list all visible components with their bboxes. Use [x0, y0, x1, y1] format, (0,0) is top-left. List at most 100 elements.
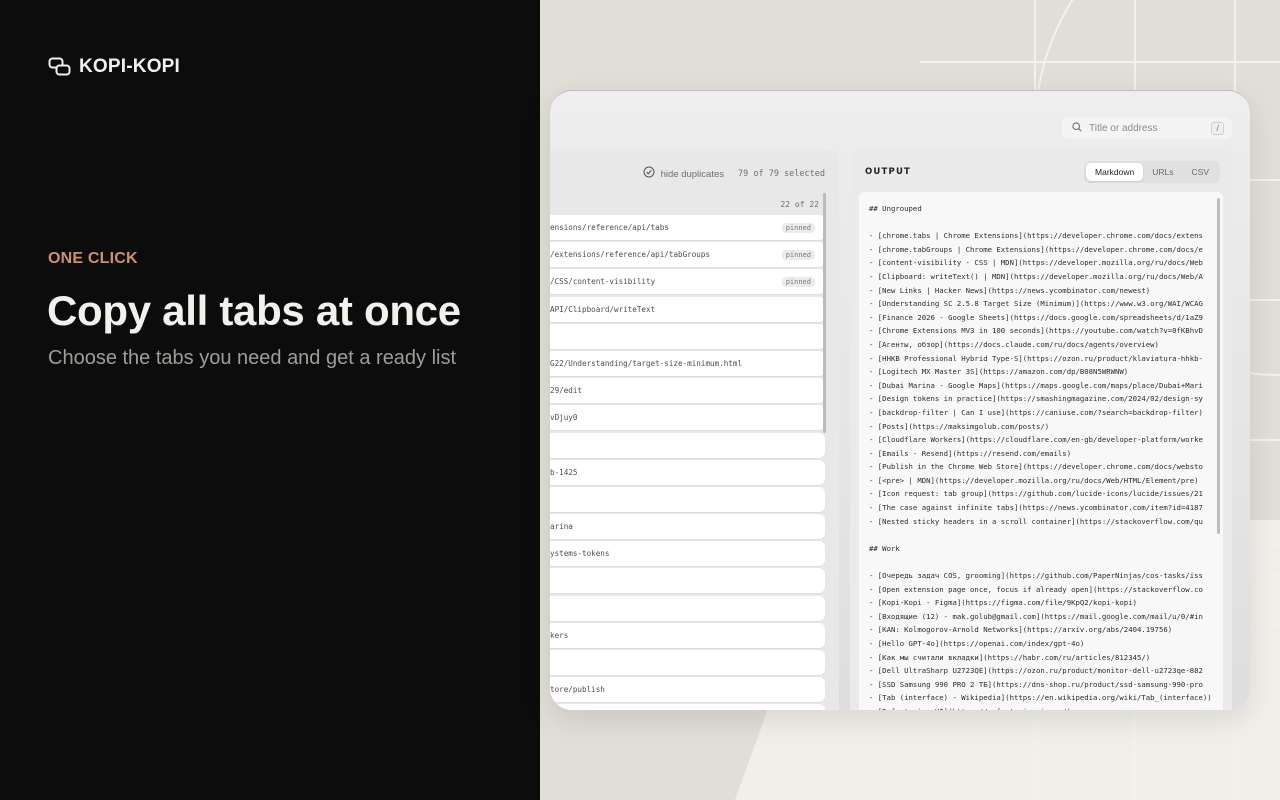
tabs-scrollbar[interactable] [823, 193, 826, 433]
tab-row[interactable]: kers [550, 622, 825, 648]
output-title: OUTPUT [865, 167, 912, 177]
output-line: - [Refactoring UI](https://refactoringui… [869, 705, 1213, 710]
tab-row[interactable]: G22/Understanding/target-size-minimum.ht… [550, 350, 825, 376]
tab-row[interactable]: /CSS/content-visibility pinned [550, 269, 825, 295]
output-line: - [Design tokens in practice](https://sm… [869, 394, 1203, 404]
hero-kicker: ONE CLICK [48, 250, 138, 267]
output-panel: OUTPUT Markdown URLs CSV ## Ungrouped - [ch… [850, 149, 1232, 710]
tab-row[interactable]: /extensions/reference/api/tabGroups pinne… [550, 242, 825, 268]
output-scrollbar[interactable] [1217, 198, 1220, 534]
output-line: - [Icon request: tab group](https://gith… [869, 489, 1203, 499]
output-line: - [Nested sticky headers in a scroll con… [869, 516, 1203, 526]
output-line: - [The case against infinite tabs](https… [869, 503, 1203, 513]
tab-url: b-1425 [550, 467, 578, 477]
output-line: - [Understanding SC 2.5.8 Target Size (M… [869, 299, 1203, 309]
tab-row[interactable]: tore/publish [550, 677, 825, 703]
search-shortcut: / [1211, 122, 1224, 135]
tab-row[interactable]: 29/edit [550, 378, 825, 404]
hide-duplicates-toggle[interactable]: hide duplicates [661, 169, 724, 180]
output-line: - [Open extension page once, focus if al… [869, 584, 1203, 594]
output-line: - [Cloudflare Workers](https://cloudflar… [869, 435, 1203, 445]
pinned-badge: pinned [781, 222, 815, 233]
output-text[interactable]: ## Ungrouped - [chrome.tabs | Chrome Exte… [859, 192, 1223, 710]
tab-row[interactable] [550, 486, 825, 512]
tab-list: ensions/reference/api/tabs pinned/extensi… [550, 215, 825, 710]
output-line: - [Kopi-Kopi - Figma](https://figma.com/… [869, 598, 1137, 608]
output-line: - [Logitech MX Master 3S](https://amazon… [869, 367, 1129, 377]
output-line: - [Posts](https://maksimgolub.com/posts/… [869, 421, 1050, 431]
tab-url: ensions/reference/api/tabs [550, 223, 669, 232]
tab-row[interactable] [550, 432, 825, 458]
output-line: - [Агенты, обзор](https://docs.claude.co… [869, 339, 1159, 349]
output-line: - [KAN: Kolmogorov-Arnold Networks](http… [869, 625, 1173, 635]
tab-row[interactable]: ystems-tokens [550, 541, 825, 567]
brand: KOPI-KOPI [48, 56, 180, 78]
output-line: - [Dubai Marina - Google Maps](https://m… [869, 380, 1203, 390]
tab-row[interactable] [550, 595, 825, 621]
tab-url: API/Clipboard/writeText [550, 304, 656, 314]
pinned-badge: pinned [781, 249, 815, 260]
output-line: - [HHKB Professional Hybrid Type-S](http… [869, 353, 1203, 363]
output-line: - [New Links | Hacker News](https://news… [869, 285, 1151, 295]
output-line: - [Как мы считали вкладки](https://habr.… [869, 652, 1151, 662]
output-line: - [<pre> | MDN](https://developer.mozill… [869, 475, 1199, 485]
output-line: - [Очередь задач COS, grooming](https://… [869, 571, 1203, 581]
output-line: - [backdrop-filter | Can I use](https://… [869, 407, 1203, 417]
tab-row[interactable] [550, 704, 825, 710]
format-tab-markdown[interactable]: Markdown [1086, 163, 1144, 181]
output-line: - [chrome.tabGroups | Chrome Extensions]… [869, 244, 1203, 254]
tab-row[interactable] [550, 650, 825, 675]
tab-row[interactable]: b-1425 [550, 459, 825, 485]
tab-url: kers [550, 630, 569, 640]
output-line: - [SSD Samsung 990 PRO 2 ТБ](https://dns… [869, 679, 1203, 689]
tab-row[interactable] [550, 568, 825, 594]
output-heading: ## Ungrouped [869, 204, 922, 213]
output-line: - [Dell UltraSharp U2723QE](https://ozon… [869, 666, 1203, 676]
output-line: - [Emails - Resend](https://resend.com/e… [869, 448, 1072, 458]
search-input[interactable]: Title or address / [1062, 117, 1232, 139]
brand-name: KOPI-KOPI [79, 56, 181, 77]
tab-url: /CSS/content-visibility [550, 277, 656, 287]
pinned-badge: pinned [781, 276, 815, 287]
tab-url: G22/Understanding/target-size-minimum.ht… [550, 358, 743, 368]
tab-url: ystems-tokens [550, 549, 610, 559]
format-switcher: Markdown URLs CSV [1084, 161, 1220, 183]
output-line: - [Chrome Extensions MV3 in 100 seconds]… [869, 326, 1203, 336]
copy-icon [48, 57, 72, 77]
tab-url: /extensions/reference/api/tabGroups [550, 250, 711, 260]
tab-row[interactable]: API/Clipboard/writeText [550, 296, 825, 322]
output-line: - [Tab (interface) - Wikipedia](https://… [869, 693, 1212, 703]
tab-row[interactable]: ensions/reference/api/tabs pinned [550, 215, 825, 240]
output-line: - [Входящие (12) - mak.golub@gmail.com](… [869, 611, 1203, 621]
group-count: 22 of 22 [780, 200, 819, 209]
output-line: - [content-visibility - CSS | MDN](https… [869, 258, 1203, 268]
format-tab-csv[interactable]: CSV [1183, 163, 1218, 181]
tabs-panel-header: hide duplicates 79 of 79 selected [643, 165, 825, 183]
output-line: - [Publish in the Chrome Web Store](http… [869, 462, 1203, 472]
output-lines: ## Ungrouped - [chrome.tabs | Chrome Exte… [869, 202, 1213, 710]
output-line: - [Clipboard: writeText() | MDN](https:/… [869, 271, 1203, 281]
output-line: - [chrome.tabs | Chrome Extensions](http… [869, 231, 1203, 241]
check-circle-icon[interactable] [643, 165, 655, 183]
format-tab-urls[interactable]: URLs [1143, 163, 1182, 181]
tab-row[interactable] [550, 323, 825, 349]
tab-url: arina [550, 522, 573, 532]
hero-subline: Choose the tabs you need and get a ready… [48, 347, 457, 369]
tabs-panel: hide duplicates 79 of 79 selected 22 of … [550, 149, 839, 710]
search-icon [1072, 119, 1082, 137]
hero-headline: Copy all tabs at once [47, 287, 461, 334]
selected-count: 79 of 79 selected [738, 169, 825, 179]
output-line: - [Hello GPT-4o](https://openai.com/inde… [869, 639, 1085, 648]
output-heading: ## Work [869, 543, 900, 553]
tab-row[interactable]: arina [550, 514, 825, 540]
tab-url: tore/publish [550, 685, 605, 695]
tab-url: 29/edit [550, 386, 583, 396]
hero-panel: KOPI-KOPI ONE CLICK Copy all tabs at onc… [0, 0, 540, 800]
app-window: Title or address / hide duplicates 79 of… [550, 90, 1250, 710]
tab-row[interactable]: vDjuy0 [550, 405, 825, 431]
tab-url: vDjuy0 [550, 413, 578, 423]
search-placeholder: Title or address [1089, 122, 1158, 134]
